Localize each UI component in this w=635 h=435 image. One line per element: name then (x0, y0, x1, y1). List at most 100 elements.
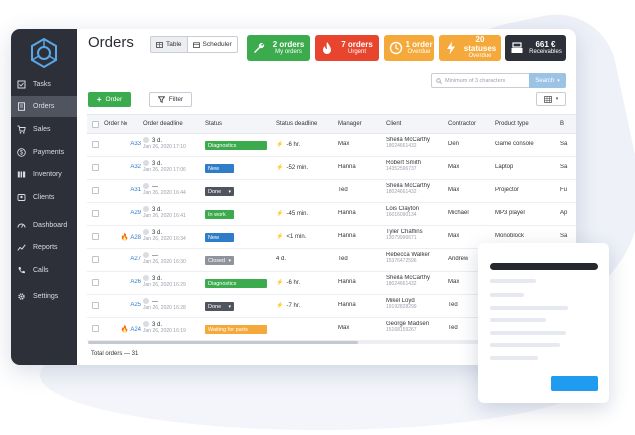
row-checkbox[interactable] (92, 325, 99, 332)
product-type-cell: Game console (495, 141, 534, 147)
table-icon (156, 41, 163, 48)
app-logo-icon (31, 37, 57, 69)
sidebar-item-inventory[interactable]: Inventory (11, 164, 77, 185)
status-badge[interactable]: New (205, 164, 234, 173)
search-input[interactable]: Minimum of 3 characters (431, 73, 529, 88)
status-badge[interactable]: Done ▾ (205, 302, 234, 311)
table-row[interactable]: A33 3 d. Jan 26, 2020 17:10 Diagnostics ⚡ -6 … (87, 134, 576, 157)
bolt-icon: ⚡ (276, 234, 284, 240)
order-number-link[interactable]: A26 (130, 279, 141, 285)
fire-icon: 🔥 (120, 234, 129, 241)
sidebar-item-clients[interactable]: Clients (11, 187, 77, 208)
row-checkbox[interactable] (92, 187, 99, 194)
order-number-cell: A25 (107, 302, 141, 308)
client-phone: 15376472596 (386, 258, 417, 264)
placeholder-line (490, 356, 538, 360)
extra-cell: Ap (560, 210, 568, 216)
sidebar-item-dashboard[interactable]: Dashboard (11, 215, 77, 236)
manager-cell: Ted (338, 187, 348, 193)
stat-card-overdue[interactable]: 1 order Overdue (384, 35, 434, 61)
status-badge[interactable]: Closed ▾ (205, 256, 234, 265)
add-order-button[interactable]: + Order (88, 92, 131, 107)
sidebar-item-sales[interactable]: Sales (11, 119, 77, 140)
client-phone: 15168159267 (386, 327, 417, 333)
status-deadline: -7 hr. (286, 303, 301, 309)
status-badge[interactable]: New (205, 233, 234, 242)
placeholder-line (490, 318, 546, 322)
status-badge[interactable]: Done ▾ (205, 187, 234, 196)
column-header[interactable]: B (560, 121, 564, 127)
sidebar-item-label: Dashboard (33, 222, 68, 229)
extra-cell: Fu (560, 187, 568, 193)
column-header[interactable]: Order deadline (143, 121, 183, 127)
order-number-link[interactable]: A28 (130, 235, 141, 241)
stat-card-receivables[interactable]: 661 € Receivables (505, 35, 566, 61)
status-label: In work (208, 211, 226, 218)
row-checkbox[interactable] (92, 141, 99, 148)
row-checkbox[interactable] (92, 279, 99, 286)
table-view-button[interactable]: Table (151, 37, 187, 52)
sidebar-item-calls[interactable]: Calls (11, 260, 77, 281)
order-number-link[interactable]: A31 (130, 187, 141, 193)
status-badge[interactable]: Diagnostics (205, 279, 267, 288)
add-order-label: Order (105, 96, 123, 103)
status-badge[interactable]: Waiting for parts (205, 325, 267, 334)
column-header[interactable]: Status (205, 121, 222, 127)
order-number-link[interactable]: A24 (130, 327, 141, 333)
column-header[interactable]: Status deadline (276, 121, 317, 127)
order-number-link[interactable]: A33 (130, 141, 141, 147)
search-button[interactable]: Search ▾ (529, 73, 566, 88)
scheduler-view-label: Scheduler (202, 41, 232, 48)
sidebar-item-payments[interactable]: $ Payments (11, 142, 77, 163)
stat-label: Receivables (529, 49, 562, 56)
extra-cell: Sa (560, 164, 568, 170)
clock-icon (388, 40, 404, 56)
order-number-link[interactable]: A25 (130, 302, 141, 308)
row-checkbox[interactable] (92, 302, 99, 309)
row-checkbox[interactable] (92, 164, 99, 171)
deadline-date: Jan 26, 2020 16:29 (143, 282, 186, 288)
columns-settings-button[interactable]: ▾ (536, 92, 566, 106)
order-number-cell: A26 (107, 279, 141, 285)
placeholder-line (490, 293, 524, 297)
order-number-link[interactable]: A32 (130, 164, 141, 170)
column-header[interactable]: Manager (338, 121, 362, 127)
sidebar-item-tasks[interactable]: Tasks (11, 74, 77, 95)
table-row[interactable]: A32 3 d. Jan 26, 2020 17:06 New ⚡ -52 min. Han… (87, 157, 576, 180)
sidebar-item-reports[interactable]: Reports (11, 237, 77, 258)
row-checkbox[interactable] (92, 233, 99, 240)
status-badge[interactable]: In work (205, 210, 234, 219)
sidebar-item-settings[interactable]: Settings (11, 286, 77, 307)
table-row[interactable]: A29 3 d. Jan 26, 2020 16:41 In work ⚡ -45 min… (87, 203, 576, 226)
table-row[interactable]: A31— Jan 26, 2020 16:44 Done ▾ Ted Sheila McC… (87, 180, 576, 203)
row-checkbox[interactable] (92, 210, 99, 217)
sidebar-item-label: Sales (33, 126, 51, 133)
column-header[interactable]: Contractor (448, 121, 476, 127)
product-type-cell: MP3 player (495, 210, 526, 216)
order-number-link[interactable]: A27 (130, 256, 141, 262)
order-number-link[interactable]: A29 (130, 210, 141, 216)
sidebar-item-orders[interactable]: Orders (11, 96, 77, 117)
column-header[interactable]: Order № (104, 121, 127, 127)
stat-value: 661 € (535, 39, 556, 49)
confirm-button[interactable] (551, 376, 598, 391)
status-badge[interactable]: Diagnostics (205, 141, 267, 150)
scrollbar-thumb[interactable] (88, 341, 358, 344)
placeholder-line (490, 331, 566, 335)
column-header[interactable]: Product type (495, 121, 529, 127)
status-deadline-cell: ⚡ -6 hr. (276, 279, 300, 286)
wrench-icon (251, 40, 267, 56)
scheduler-view-button[interactable]: Scheduler (186, 37, 237, 52)
filter-button[interactable]: Filter (149, 92, 192, 107)
bolt-icon: ⚡ (276, 211, 284, 217)
row-checkbox[interactable] (92, 256, 99, 263)
status-deadline-cell: ⚡ -52 min. (276, 164, 308, 171)
stat-card-overdue[interactable]: 20 statuses Overdue (439, 35, 501, 61)
column-header[interactable]: Client (386, 121, 401, 127)
stat-card-my-orders[interactable]: 2 orders My orders (247, 35, 310, 61)
order-deadline-cell: 3 d. Jan 26, 2020 16:41 (143, 206, 186, 219)
select-all-checkbox[interactable] (92, 121, 99, 128)
contractor-cell: Max (448, 279, 460, 285)
product-type-cell: Laptop (495, 164, 514, 170)
stat-card-urgent[interactable]: 7 orders Urgent (315, 35, 379, 61)
